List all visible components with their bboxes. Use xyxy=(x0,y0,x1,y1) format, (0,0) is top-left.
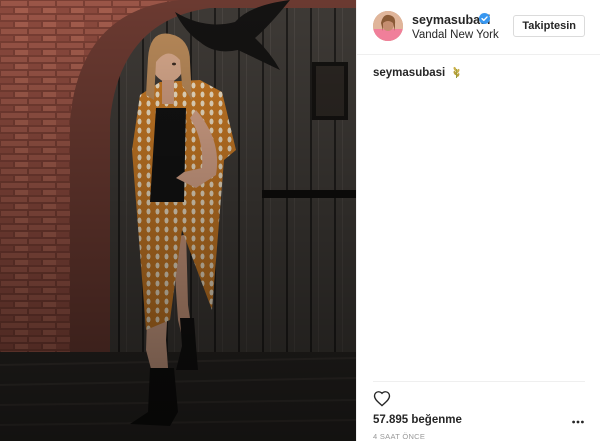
post-header: seymasubasi Vandal New York Takiptesin xyxy=(357,0,600,55)
avatar-image xyxy=(373,11,403,41)
like-count[interactable]: 57.895 beğenme xyxy=(373,414,462,426)
wheat-icon xyxy=(454,66,460,78)
post-side-panel: seymasubasi Vandal New York Takiptesin s… xyxy=(356,0,600,441)
verified-badge-icon xyxy=(479,13,490,24)
post-timestamp: 4 SAAT ÖNCE xyxy=(373,432,426,441)
caption-username-link[interactable]: seymasubasi xyxy=(373,67,445,79)
post-photo[interactable] xyxy=(0,0,356,441)
following-button[interactable]: Takiptesin xyxy=(513,15,585,37)
instagram-post: seymasubasi Vandal New York Takiptesin s… xyxy=(0,0,600,441)
post-caption: seymasubasi xyxy=(373,66,462,79)
location-link[interactable]: Vandal New York xyxy=(412,29,499,41)
more-options-icon[interactable] xyxy=(572,420,584,424)
heart-icon[interactable] xyxy=(373,390,391,407)
post-photo-image xyxy=(0,0,356,441)
post-actions xyxy=(373,381,585,407)
avatar[interactable] xyxy=(373,11,403,41)
